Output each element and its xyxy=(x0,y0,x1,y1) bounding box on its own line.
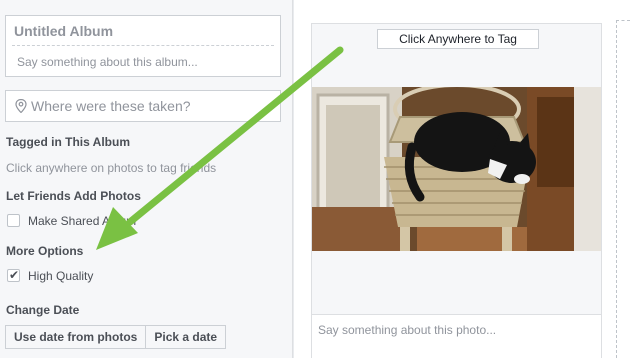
photo-caption-input[interactable]: Say something about this photo... xyxy=(312,314,601,358)
divider xyxy=(12,45,274,46)
photo-card: Click Anywhere to Tag Say something abou… xyxy=(311,23,602,358)
tagged-heading: Tagged in This Album xyxy=(6,135,130,149)
photo-area: Click Anywhere to Tag Say something abou… xyxy=(294,0,636,358)
pick-a-date-button[interactable]: Pick a date xyxy=(146,325,227,349)
check-icon: ✔ xyxy=(9,268,20,282)
album-info-box: Untitled Album Say something about this … xyxy=(5,15,281,77)
album-title-input[interactable]: Untitled Album xyxy=(14,23,113,39)
album-description-input[interactable]: Say something about this album... xyxy=(17,55,198,69)
use-date-from-photos-button[interactable]: Use date from photos xyxy=(5,325,147,349)
photo-image xyxy=(312,87,601,251)
high-quality-label: High Quality xyxy=(28,269,94,283)
caption-placeholder: Say something about this photo... xyxy=(318,323,497,337)
high-quality-checkbox[interactable]: ✔ xyxy=(7,268,20,282)
more-options-heading: More Options xyxy=(6,244,84,258)
next-photo-edge xyxy=(616,20,630,358)
shared-album-label: Make Shared Album xyxy=(28,214,137,228)
cat-photo[interactable] xyxy=(312,87,601,251)
friends-add-heading: Let Friends Add Photos xyxy=(6,189,141,203)
location-placeholder: Where were these taken? xyxy=(31,98,191,114)
date-button-group: Use date from photos Pick a date xyxy=(5,325,227,349)
change-date-heading: Change Date xyxy=(6,303,80,317)
location-input[interactable]: Where were these taken? xyxy=(5,90,281,122)
tag-hint-text: Click anywhere on photos to tag friends xyxy=(6,161,217,175)
pin-icon xyxy=(15,99,27,113)
shared-album-checkbox[interactable] xyxy=(7,214,20,227)
tag-button[interactable]: Click Anywhere to Tag xyxy=(377,29,539,49)
album-settings-panel: Untitled Album Say something about this … xyxy=(0,0,293,358)
